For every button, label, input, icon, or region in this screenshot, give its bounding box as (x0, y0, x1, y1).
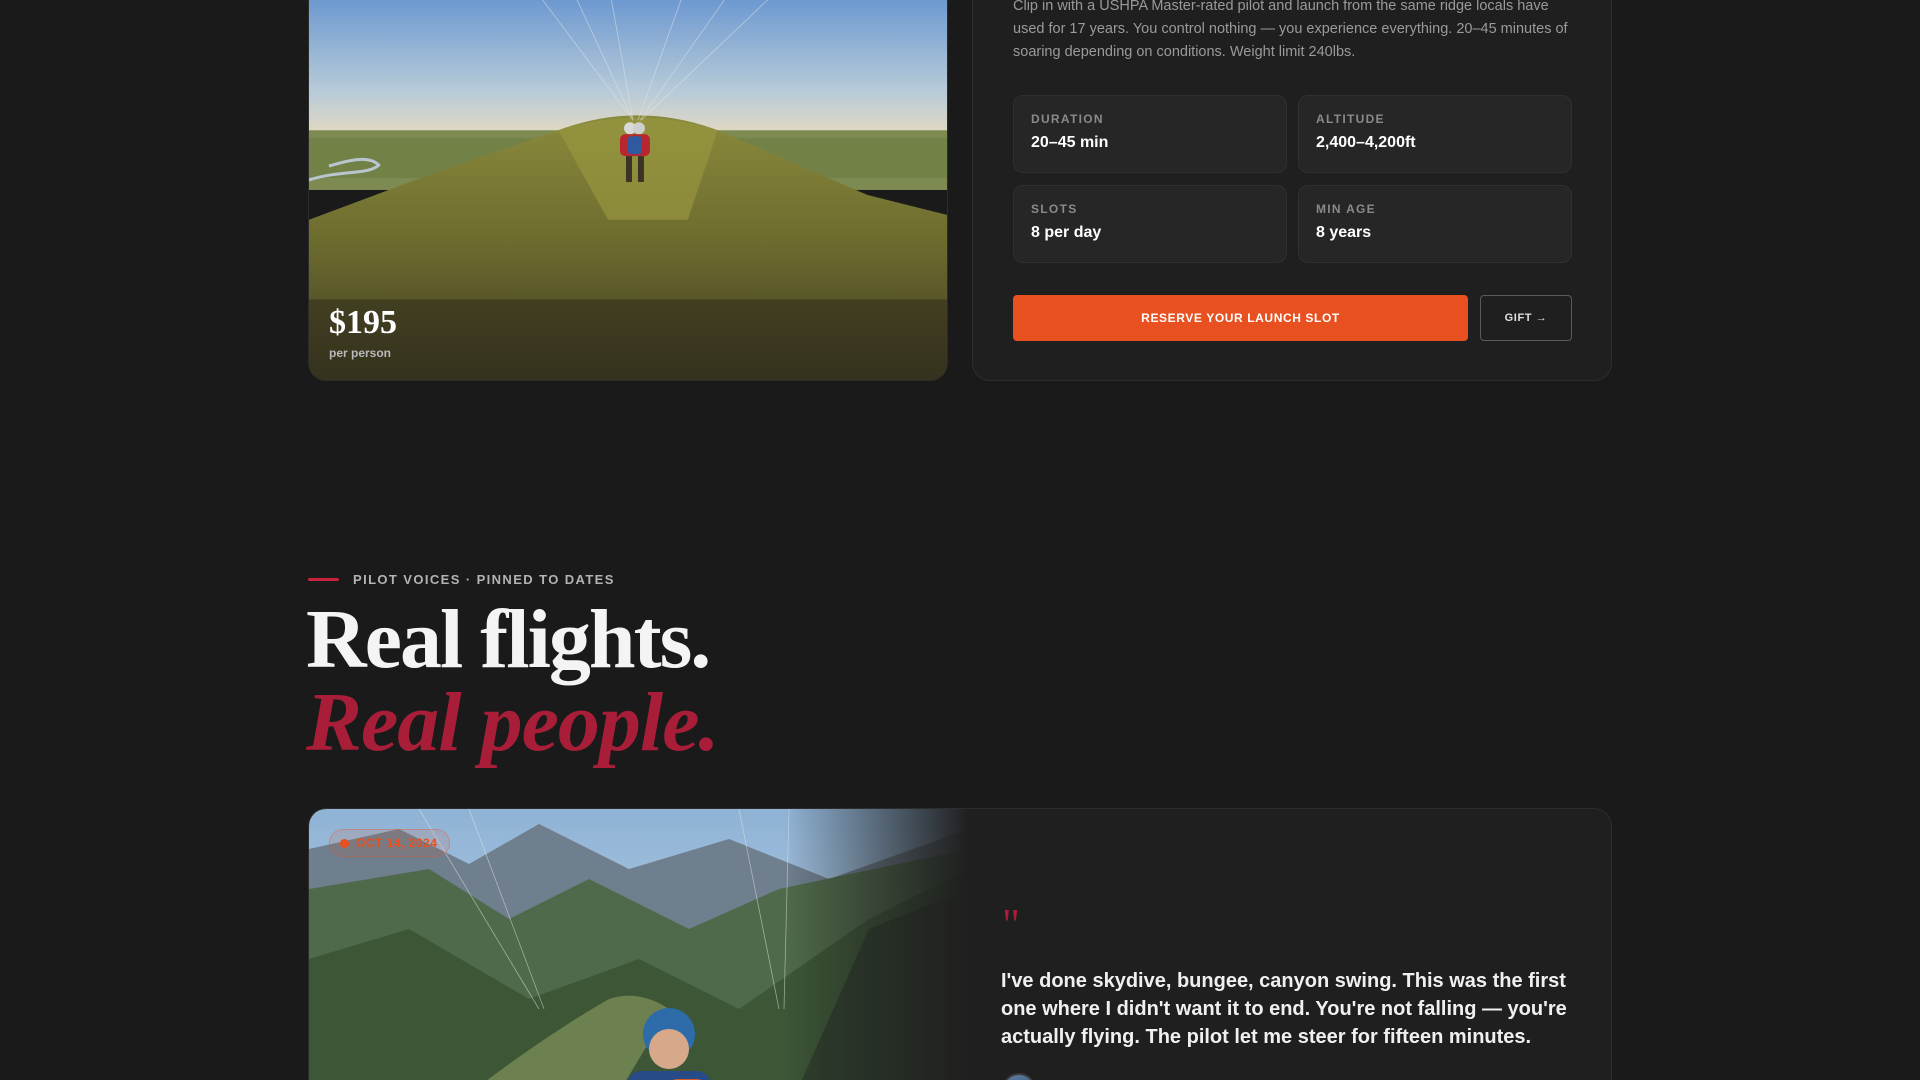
eyebrow-accent-line (308, 578, 339, 581)
eyebrow-text: PILOT VOICES · PINNED TO DATES (353, 572, 615, 587)
stat-label: ALTITUDE (1316, 112, 1385, 126)
tandem-flight-photo-card: $195 per person (308, 0, 948, 381)
avatar (1002, 1073, 1036, 1080)
price-block: $195 per person (329, 304, 397, 361)
price: $195 (329, 304, 397, 341)
stat-value: 8 years (1316, 224, 1372, 241)
testimonial-card: OCT 14, 2024 " I've done skydive, bungee… (308, 808, 1612, 1080)
reserve-launch-slot-button[interactable]: RESERVE YOUR LAUNCH SLOT (1013, 295, 1468, 341)
stat-value: 2,400–4,200ft (1316, 134, 1416, 151)
date-pin-text: OCT 14, 2024 (356, 836, 438, 850)
quote-mark-icon: " (1002, 900, 1020, 949)
section-headline-accent: Real people. (306, 676, 720, 769)
gift-button[interactable]: GIFT → (1480, 295, 1572, 341)
section-eyebrow: PILOT VOICES · PINNED TO DATES (308, 572, 615, 587)
price-unit: per person (329, 346, 392, 360)
stat-label: SLOTS (1031, 202, 1078, 216)
flight-description: Clip in with a USHPA Master-rated pilot … (1013, 0, 1568, 60)
stat-value: 8 per day (1031, 224, 1102, 241)
stat-duration: DURATION 20–45 min (1013, 95, 1287, 173)
stat-label: DURATION (1031, 112, 1104, 126)
stat-slots: SLOTS 8 per day (1013, 185, 1287, 263)
section-headline: Real flights. (306, 593, 711, 686)
stat-value: 20–45 min (1031, 134, 1109, 151)
pin-dot-icon (340, 838, 349, 848)
testimonial-quote: I've done skydive, bungee, canyon swing.… (1001, 970, 1567, 1048)
ridge-launch-photo (309, 0, 947, 380)
date-pin-badge: OCT 14, 2024 (329, 829, 451, 857)
flight-details-card: Clip in with a USHPA Master-rated pilot … (972, 0, 1612, 381)
stat-min-age: MIN AGE 8 years (1298, 185, 1572, 263)
stat-altitude: ALTITUDE 2,400–4,200ft (1298, 95, 1572, 173)
stat-label: MIN AGE (1316, 202, 1376, 216)
